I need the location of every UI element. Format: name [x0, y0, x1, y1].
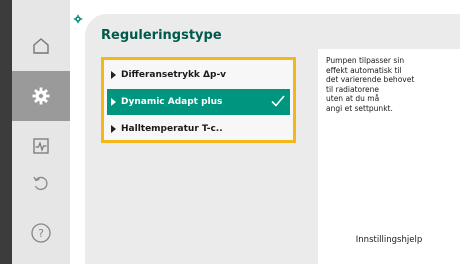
triangle-right-icon — [111, 125, 116, 133]
help-icon: ? — [31, 223, 51, 243]
undo-icon — [33, 176, 48, 191]
settings-help-button[interactable]: Innstillingshjelp — [318, 235, 460, 245]
nav-undo[interactable] — [12, 158, 70, 208]
option-label: Dynamic Adapt plus — [121, 97, 223, 107]
home-icon — [33, 38, 49, 54]
option-differential-pressure[interactable]: Differansetrykk Δp-v — [107, 62, 290, 88]
settings-icon — [32, 87, 50, 105]
option-label: Halltemperatur T-c.. — [121, 124, 223, 134]
option-hall-temperature[interactable]: Halltemperatur T-c.. — [107, 116, 290, 142]
sidebar: ? — [12, 0, 70, 264]
checkmark-icon — [271, 95, 285, 107]
triangle-right-icon — [111, 98, 116, 106]
diagnostics-icon — [33, 138, 49, 154]
nav-home[interactable] — [12, 21, 70, 71]
nav-settings[interactable] — [12, 71, 70, 121]
control-type-options: Differansetrykk Δp-v Dynamic Adapt plus … — [101, 57, 296, 143]
nav-help[interactable]: ? — [12, 208, 70, 258]
left-edge-bar — [0, 0, 12, 264]
triangle-right-icon — [111, 71, 116, 79]
option-dynamic-adapt-plus[interactable]: Dynamic Adapt plus — [107, 89, 290, 115]
page-title: Reguleringstype — [101, 28, 222, 43]
option-label: Differansetrykk Δp-v — [121, 70, 227, 80]
svg-text:?: ? — [38, 227, 44, 240]
settings-icon — [73, 14, 83, 24]
help-description: Pumpen tilpasser sin effekt automatisk t… — [326, 56, 415, 113]
